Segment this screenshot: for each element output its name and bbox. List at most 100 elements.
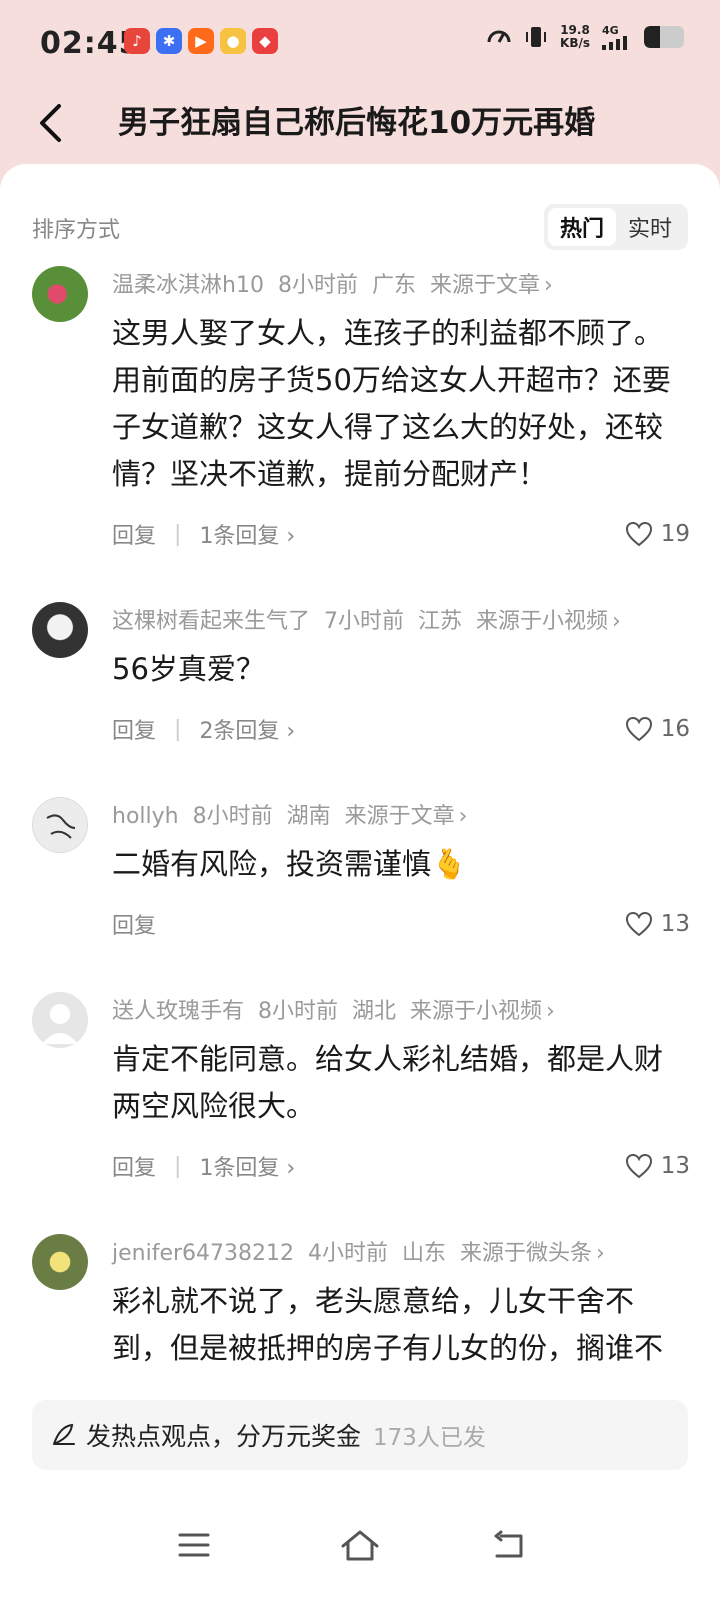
comment-time: 4小时前 bbox=[308, 1241, 389, 1266]
comment-time: 8小时前 bbox=[258, 999, 339, 1024]
back-nav-button[interactable] bbox=[478, 1520, 538, 1570]
reply-button[interactable]: 回复 bbox=[112, 908, 156, 940]
comment-source[interactable]: 来源于文章 bbox=[430, 273, 540, 298]
sort-label: 排序方式 bbox=[32, 218, 121, 243]
sort-option-latest[interactable]: 实时 bbox=[616, 208, 684, 246]
comment-meta: 送人玫瑰手有 8小时前 湖北 来源于小视频 › bbox=[112, 986, 690, 1038]
comment-meta: hollyh 8小时前 湖南 来源于文章 › bbox=[112, 791, 690, 843]
avatar[interactable] bbox=[32, 797, 88, 853]
comment-time: 7小时前 bbox=[324, 609, 405, 634]
back-button[interactable] bbox=[30, 98, 70, 148]
like-count: 13 bbox=[660, 1153, 690, 1179]
chevron-right-icon: › bbox=[612, 609, 621, 634]
comment-actions: 回复 | 2条回复 › 16 bbox=[112, 693, 690, 765]
comment-item: 温柔冰淇淋h10 8小时前 广东 来源于文章 › 这男人娶了女人，连孩子的利益都不顾了。… bbox=[0, 260, 720, 570]
comment-source[interactable]: 来源于小视频 bbox=[410, 999, 542, 1024]
avatar[interactable] bbox=[32, 1234, 88, 1290]
comment-username[interactable]: 温柔冰淇淋h10 bbox=[112, 273, 264, 298]
reply-button[interactable]: 回复 bbox=[112, 1150, 156, 1182]
calligraphy-avatar-icon bbox=[46, 814, 76, 839]
view-replies-button[interactable]: 1条回复 › bbox=[199, 1150, 295, 1182]
pen-icon bbox=[50, 1422, 76, 1448]
reply-button[interactable]: 回复 bbox=[112, 713, 156, 745]
home-button[interactable] bbox=[330, 1520, 390, 1570]
heart-icon bbox=[625, 716, 652, 742]
avatar[interactable] bbox=[32, 602, 88, 658]
comment-item: 这棵树看起来生气了 7小时前 江苏 来源于小视频 › 56岁真爱？ 回复 | 2条回复 … bbox=[0, 596, 720, 765]
like-count: 13 bbox=[660, 911, 690, 937]
like-count: 16 bbox=[660, 716, 690, 742]
avatar[interactable] bbox=[32, 266, 88, 322]
page-header: 男子狂扇自己称后悔花10万元再婚 bbox=[0, 84, 720, 164]
battery-icon bbox=[644, 26, 684, 48]
comment-item: jenifer64738212 4小时前 山东 来源于微头条 › 彩礼就不说了，老头愿意… bbox=[0, 1228, 720, 1380]
comment-location: 江苏 bbox=[418, 609, 463, 634]
app-icon-5: ◆ bbox=[252, 28, 278, 54]
post-opinion-bar[interactable]: 发热点观点，分万元奖金 173人已发 bbox=[32, 1400, 688, 1470]
comments-card: 排序方式 热门 实时 温柔冰淇淋h10 8小时前 广东 来源于文章 › 这男人娶了女人，… bbox=[0, 164, 720, 1608]
comment-username[interactable]: 送人玫瑰手有 bbox=[112, 999, 244, 1024]
comment-location: 广东 bbox=[371, 273, 416, 298]
avatar[interactable] bbox=[32, 992, 88, 1048]
kuaishou-icon: ▶ bbox=[188, 28, 214, 54]
comment-time: 8小时前 bbox=[277, 273, 358, 298]
chevron-right-icon: › bbox=[543, 273, 553, 298]
chevron-right-icon: › bbox=[458, 804, 468, 829]
comment-actions: 回复 13 bbox=[112, 888, 690, 960]
comment-source[interactable]: 来源于文章 bbox=[345, 804, 455, 829]
baidu-icon: ✱ bbox=[156, 28, 182, 54]
comment-source[interactable]: 来源于微头条 bbox=[460, 1241, 592, 1266]
signal-bars-icon bbox=[602, 35, 627, 50]
back-arrow-icon bbox=[494, 1530, 523, 1558]
like-button[interactable]: 13 bbox=[625, 1130, 690, 1202]
default-avatar-icon bbox=[42, 1004, 78, 1044]
comment-text: 这男人娶了女人，连孩子的利益都不顾了。用前面的房子货50万给这女人开超市？还要子… bbox=[112, 316, 671, 491]
comment-meta: 这棵树看起来生气了 7小时前 江苏 来源于小视频 › bbox=[112, 596, 690, 648]
home-icon bbox=[341, 1530, 379, 1561]
menu-icon bbox=[178, 1533, 210, 1557]
comment-source[interactable]: 来源于小视频 bbox=[476, 609, 608, 634]
chevron-right-icon: › bbox=[596, 1241, 605, 1266]
divider: | bbox=[174, 1153, 182, 1179]
status-bar: 02:45 ♪ ✱ ▶ ● ◆ 19.8 KB/s 4G bbox=[0, 0, 720, 84]
douyin-icon: ♪ bbox=[124, 28, 150, 54]
like-button[interactable]: 16 bbox=[625, 693, 690, 765]
like-button[interactable]: 13 bbox=[625, 888, 690, 960]
view-replies-button[interactable]: 1条回复 › bbox=[199, 518, 295, 550]
like-button[interactable]: 19 bbox=[625, 498, 690, 570]
divider: | bbox=[174, 521, 182, 547]
comment-time: 8小时前 bbox=[192, 804, 273, 829]
comment-meta: 温柔冰淇淋h10 8小时前 广东 来源于文章 › bbox=[112, 260, 690, 312]
comment-item: 送人玫瑰手有 8小时前 湖北 来源于小视频 › 肯定不能同意。给女人彩礼结婚，都是人财两… bbox=[0, 986, 720, 1202]
chevron-right-icon: › bbox=[546, 999, 555, 1024]
comment-location: 湖南 bbox=[286, 804, 331, 829]
system-nav-bar bbox=[0, 1490, 720, 1608]
comment-username[interactable]: hollyh bbox=[112, 804, 179, 829]
app-icon-4: ● bbox=[220, 28, 246, 54]
heart-icon bbox=[625, 521, 652, 547]
comment-text: 肯定不能同意。给女人彩礼结婚，都是人财两空风险很大。 bbox=[112, 1042, 664, 1123]
heart-icon bbox=[625, 1153, 652, 1179]
page-title: 男子狂扇自己称后悔花10万元再婚 bbox=[118, 105, 596, 141]
speedometer-icon bbox=[487, 30, 511, 43]
sort-option-hot[interactable]: 热门 bbox=[547, 208, 616, 246]
comment-actions: 回复 | 1条回复 › 13 bbox=[112, 1130, 690, 1202]
reply-button[interactable]: 回复 bbox=[112, 518, 156, 550]
divider: | bbox=[174, 716, 182, 742]
comment-actions: 回复 | 1条回复 › 19 bbox=[112, 498, 690, 570]
comment-item: hollyh 8小时前 湖南 来源于文章 › 二婚有风险，投资需谨慎🫰 回复 13 bbox=[0, 791, 720, 960]
sort-toggle: 热门 实时 bbox=[543, 204, 688, 250]
like-count: 19 bbox=[660, 521, 690, 547]
view-replies-button[interactable]: 2条回复 › bbox=[199, 713, 295, 745]
signal-indicator: 4G bbox=[602, 25, 632, 50]
heart-icon bbox=[625, 911, 652, 937]
comment-location: 湖北 bbox=[352, 999, 397, 1024]
comment-location: 山东 bbox=[402, 1241, 447, 1266]
comment-username[interactable]: jenifer64738212 bbox=[112, 1241, 294, 1266]
menu-button[interactable] bbox=[164, 1520, 224, 1570]
comment-meta: jenifer64738212 4小时前 山东 来源于微头条 › bbox=[112, 1228, 690, 1280]
vibrate-icon bbox=[526, 27, 547, 47]
notification-icons: ♪ ✱ ▶ ● ◆ bbox=[124, 28, 278, 54]
comment-text: 56岁真爱？ bbox=[112, 652, 265, 686]
comment-username[interactable]: 这棵树看起来生气了 bbox=[112, 609, 310, 634]
